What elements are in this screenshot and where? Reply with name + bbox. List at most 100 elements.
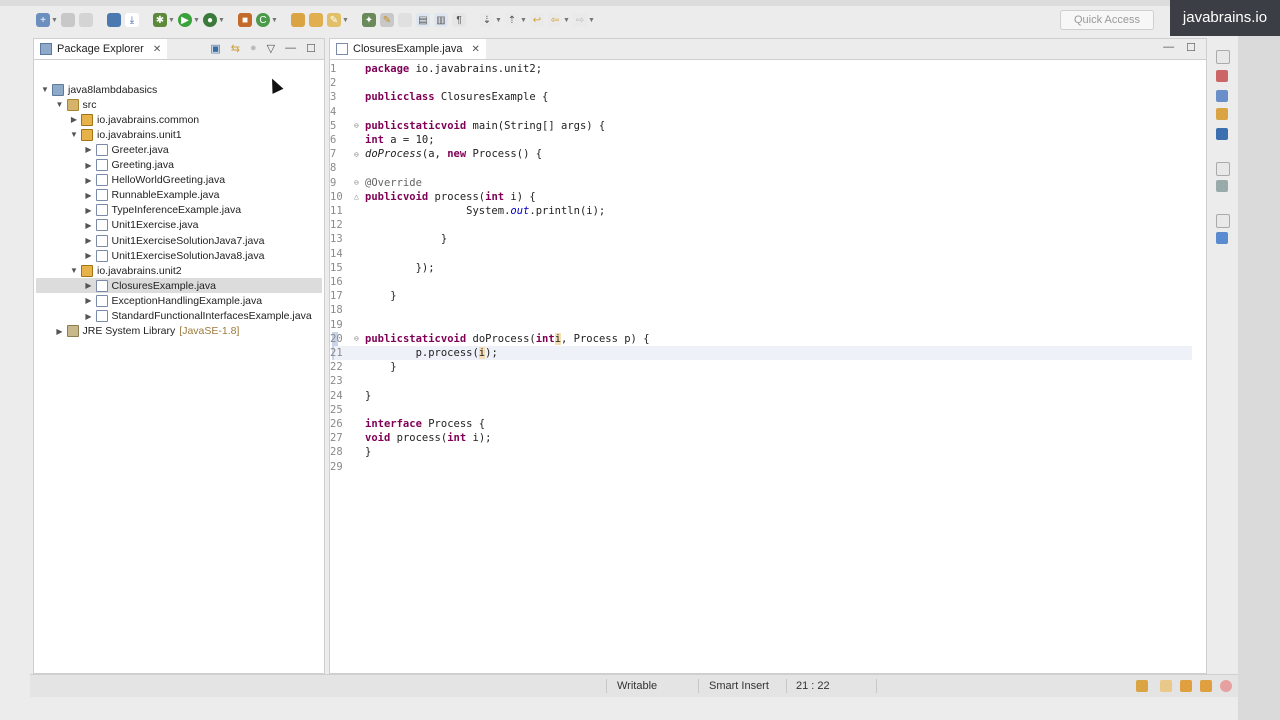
- collapsed-triangle-icon[interactable]: ▶: [84, 191, 94, 200]
- back-icon[interactable]: ⇦: [548, 13, 562, 27]
- declaration-icon[interactable]: [1216, 108, 1228, 120]
- block-selection-icon[interactable]: ▥: [434, 13, 448, 27]
- tree-item[interactable]: ▼ io.javabrains.unit1: [69, 127, 182, 142]
- tree-item[interactable]: ▶ Unit1Exercise.java: [84, 218, 198, 233]
- collapsed-triangle-icon[interactable]: ▶: [84, 312, 94, 321]
- debug-icon[interactable]: ✱: [153, 13, 167, 27]
- save-icon[interactable]: [61, 13, 75, 27]
- javadoc-icon[interactable]: [1216, 90, 1228, 102]
- tree-item[interactable]: ▶ HelloWorldGreeting.java: [84, 173, 225, 188]
- next-annotation-icon[interactable]: ⇣: [480, 13, 494, 27]
- skip-breakpoints-icon[interactable]: ⤓: [125, 13, 139, 27]
- forward-icon[interactable]: ⇨: [573, 13, 587, 27]
- search-icon[interactable]: ✎: [327, 13, 341, 27]
- tree-item[interactable]: ▶ StandardFunctionalInterfacesExample.jav…: [84, 309, 312, 324]
- external-tools-icon[interactable]: ●: [203, 13, 217, 27]
- console-icon[interactable]: [1216, 128, 1228, 140]
- settings-icon[interactable]: [1220, 680, 1232, 692]
- fold-toggle-icon[interactable]: ⊖: [354, 119, 359, 133]
- external-tools-dropdown-icon[interactable]: ▼: [218, 17, 225, 24]
- forward-dropdown-icon[interactable]: ▼: [588, 17, 595, 24]
- code-line[interactable]: int a = 10;: [365, 133, 435, 147]
- tree-item[interactable]: ▶ Greeting.java: [84, 158, 174, 173]
- save-all-icon[interactable]: [79, 13, 93, 27]
- collapsed-triangle-icon[interactable]: ▶: [69, 115, 79, 124]
- override-marker-icon[interactable]: △: [354, 190, 359, 204]
- tree-item[interactable]: ▶ Greeter.java: [84, 142, 169, 157]
- collapse-all-icon[interactable]: ▣: [210, 42, 220, 55]
- tree-item[interactable]: ▶ Unit1ExerciseSolutionJava7.java: [84, 233, 264, 248]
- expanded-triangle-icon[interactable]: ▼: [69, 130, 79, 139]
- new-java-class-icon[interactable]: C: [256, 13, 270, 27]
- new-java-package-icon[interactable]: ■: [238, 13, 252, 27]
- code-line[interactable]: p.process(i);: [365, 346, 499, 360]
- close-icon[interactable]: ✕: [153, 44, 161, 55]
- code-line[interactable]: interface Process {: [365, 417, 485, 431]
- run-dropdown-icon[interactable]: ▼: [193, 17, 200, 24]
- close-icon[interactable]: ✕: [471, 44, 479, 55]
- code-line[interactable]: package io.javabrains.unit2;: [365, 62, 542, 76]
- tree-item[interactable]: ▶ io.javabrains.common: [69, 112, 199, 127]
- expanded-triangle-icon[interactable]: ▼: [40, 85, 50, 94]
- code-line[interactable]: }: [365, 360, 396, 374]
- tree-item[interactable]: ▶ TypeInferenceExample.java: [84, 203, 241, 218]
- tree-item[interactable]: ▶ ClosuresExample.java: [84, 278, 216, 293]
- wrench-icon[interactable]: [1200, 680, 1212, 692]
- code-line[interactable]: }: [365, 445, 371, 459]
- minimize-icon[interactable]: —: [285, 42, 296, 55]
- minimize-icon[interactable]: —: [1163, 41, 1174, 54]
- collapsed-triangle-icon[interactable]: ▶: [84, 281, 94, 290]
- fold-toggle-icon[interactable]: ⊖: [354, 176, 359, 190]
- tree-item[interactable]: ▶ ExceptionHandlingExample.java: [84, 293, 262, 308]
- code-line[interactable]: public class ClosuresExample {: [365, 90, 548, 104]
- collapsed-triangle-icon[interactable]: ▶: [84, 161, 94, 170]
- collapsed-triangle-icon[interactable]: ▶: [84, 251, 94, 260]
- view-menu-icon[interactable]: ▽: [267, 42, 275, 55]
- collapsed-triangle-icon[interactable]: ▶: [84, 145, 94, 154]
- search-dropdown-icon[interactable]: ▼: [342, 17, 349, 24]
- code-line[interactable]: System. out .println(i);: [365, 204, 605, 218]
- link-with-editor-icon[interactable]: ⇆: [231, 42, 240, 55]
- code-line[interactable]: }: [365, 232, 447, 246]
- tree-item[interactable]: ▼ java8lambdabasics: [40, 82, 157, 97]
- code-line[interactable]: }: [365, 389, 371, 403]
- tree-item[interactable]: ▶ Unit1ExerciseSolutionJava8.java: [84, 248, 264, 263]
- expanded-triangle-icon[interactable]: ▼: [55, 100, 65, 109]
- restore-icon[interactable]: [1216, 50, 1230, 64]
- tree-item[interactable]: ▶ RunnableExample.java: [84, 188, 219, 203]
- new-class-dropdown-icon[interactable]: ▼: [271, 17, 278, 24]
- tasks-icon[interactable]: [1136, 680, 1148, 692]
- maximize-icon[interactable]: ☐: [1186, 41, 1196, 54]
- package-explorer-tab[interactable]: Package Explorer ✕: [34, 39, 168, 59]
- collapsed-triangle-icon[interactable]: ▶: [84, 236, 94, 245]
- restore-icon[interactable]: [1216, 162, 1230, 176]
- outline-icon[interactable]: [1216, 232, 1228, 244]
- tree-item[interactable]: ▶ JRE System Library [JavaSE-1.8]: [55, 324, 239, 339]
- highlight-occurrences-icon[interactable]: ✎: [380, 13, 394, 27]
- code-line[interactable]: });: [365, 261, 435, 275]
- restore-icon[interactable]: [1216, 214, 1230, 228]
- code-line[interactable]: public static void main(String[] args) {: [365, 119, 605, 133]
- open-task-icon[interactable]: [309, 13, 323, 27]
- new-dropdown-icon[interactable]: ▼: [51, 17, 58, 24]
- code-line[interactable]: void process(int i);: [365, 431, 491, 445]
- previous-annotation-icon[interactable]: ⇡: [505, 13, 519, 27]
- quick-access-input[interactable]: Quick Access: [1060, 10, 1154, 30]
- code-line[interactable]: }: [365, 289, 396, 303]
- notes-icon[interactable]: [1160, 680, 1172, 692]
- collapsed-triangle-icon[interactable]: ▶: [84, 221, 94, 230]
- next-annotation-dropdown-icon[interactable]: ▼: [495, 17, 502, 24]
- type-hierarchy-icon[interactable]: [1216, 70, 1228, 82]
- toggle-breadcrumb-icon[interactable]: [398, 13, 412, 27]
- editor-tab-closures-example[interactable]: ClosuresExample.java ✕: [330, 39, 486, 59]
- code-line[interactable]: public void process(int i) {: [365, 190, 536, 204]
- last-edit-location-icon[interactable]: ↩: [530, 13, 544, 27]
- show-whitespace-icon[interactable]: ¶: [452, 13, 466, 27]
- collapsed-triangle-icon[interactable]: ▶: [55, 327, 65, 336]
- tree-item[interactable]: ▼ src: [55, 97, 97, 112]
- toggle-mark-icon[interactable]: ▤: [416, 13, 430, 27]
- pin-icon[interactable]: ✦: [362, 13, 376, 27]
- collapsed-triangle-icon[interactable]: ▶: [84, 176, 94, 185]
- code-line[interactable]: public static void doProcess(int i, Proc…: [365, 332, 650, 346]
- tree-item[interactable]: ▼ io.javabrains.unit2: [69, 263, 182, 278]
